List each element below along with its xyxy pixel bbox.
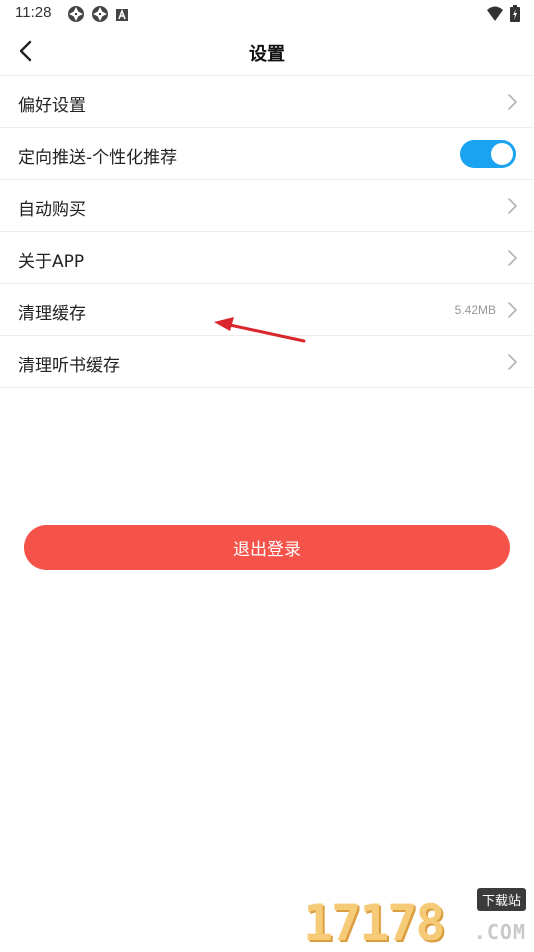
aperture-icon	[67, 5, 85, 27]
toggle-knob	[491, 143, 513, 165]
watermark-badge: 下载站	[476, 888, 526, 911]
chevron-right-icon	[508, 94, 517, 110]
chevron-right-icon	[508, 250, 517, 266]
settings-item-label: 偏好设置	[18, 96, 86, 116]
status-time: 11:28	[15, 4, 52, 21]
settings-item-label: 定向推送-个性化推荐	[18, 148, 178, 168]
cache-size-value: 5.42MB	[454, 303, 496, 317]
watermark-suffix: .COM	[473, 920, 526, 944]
aperture-icon	[91, 5, 109, 27]
battery-charging-icon	[510, 5, 520, 26]
wifi-icon	[486, 6, 504, 26]
chevron-right-icon	[508, 302, 517, 318]
settings-item-about-app[interactable]: 关于APP	[0, 232, 534, 284]
nav-bar: 设置	[0, 28, 534, 76]
status-bar: 11:28	[0, 0, 534, 28]
site-watermark: 17178 下载站 .COM	[303, 888, 528, 948]
status-icons-left	[67, 5, 129, 27]
personalized-push-toggle[interactable]	[460, 140, 516, 168]
settings-item-label: 清理听书缓存	[18, 356, 120, 376]
settings-item-auto-purchase[interactable]: 自动购买	[0, 180, 534, 232]
a-badge-icon	[115, 7, 129, 26]
watermark-digits: 17178	[303, 894, 446, 952]
chevron-right-icon	[508, 354, 517, 370]
chevron-right-icon	[508, 198, 517, 214]
settings-item-label: 清理缓存	[18, 304, 86, 324]
settings-item-label: 自动购买	[18, 200, 86, 220]
annotation-arrow-icon	[214, 317, 306, 343]
settings-item-label: 关于APP	[18, 252, 85, 272]
page-title: 设置	[249, 44, 285, 65]
status-icons-right	[486, 5, 520, 26]
logout-button[interactable]: 退出登录	[24, 525, 510, 570]
settings-item-preferences[interactable]: 偏好设置	[0, 76, 534, 128]
settings-item-personalized-push: 定向推送-个性化推荐	[0, 128, 534, 180]
